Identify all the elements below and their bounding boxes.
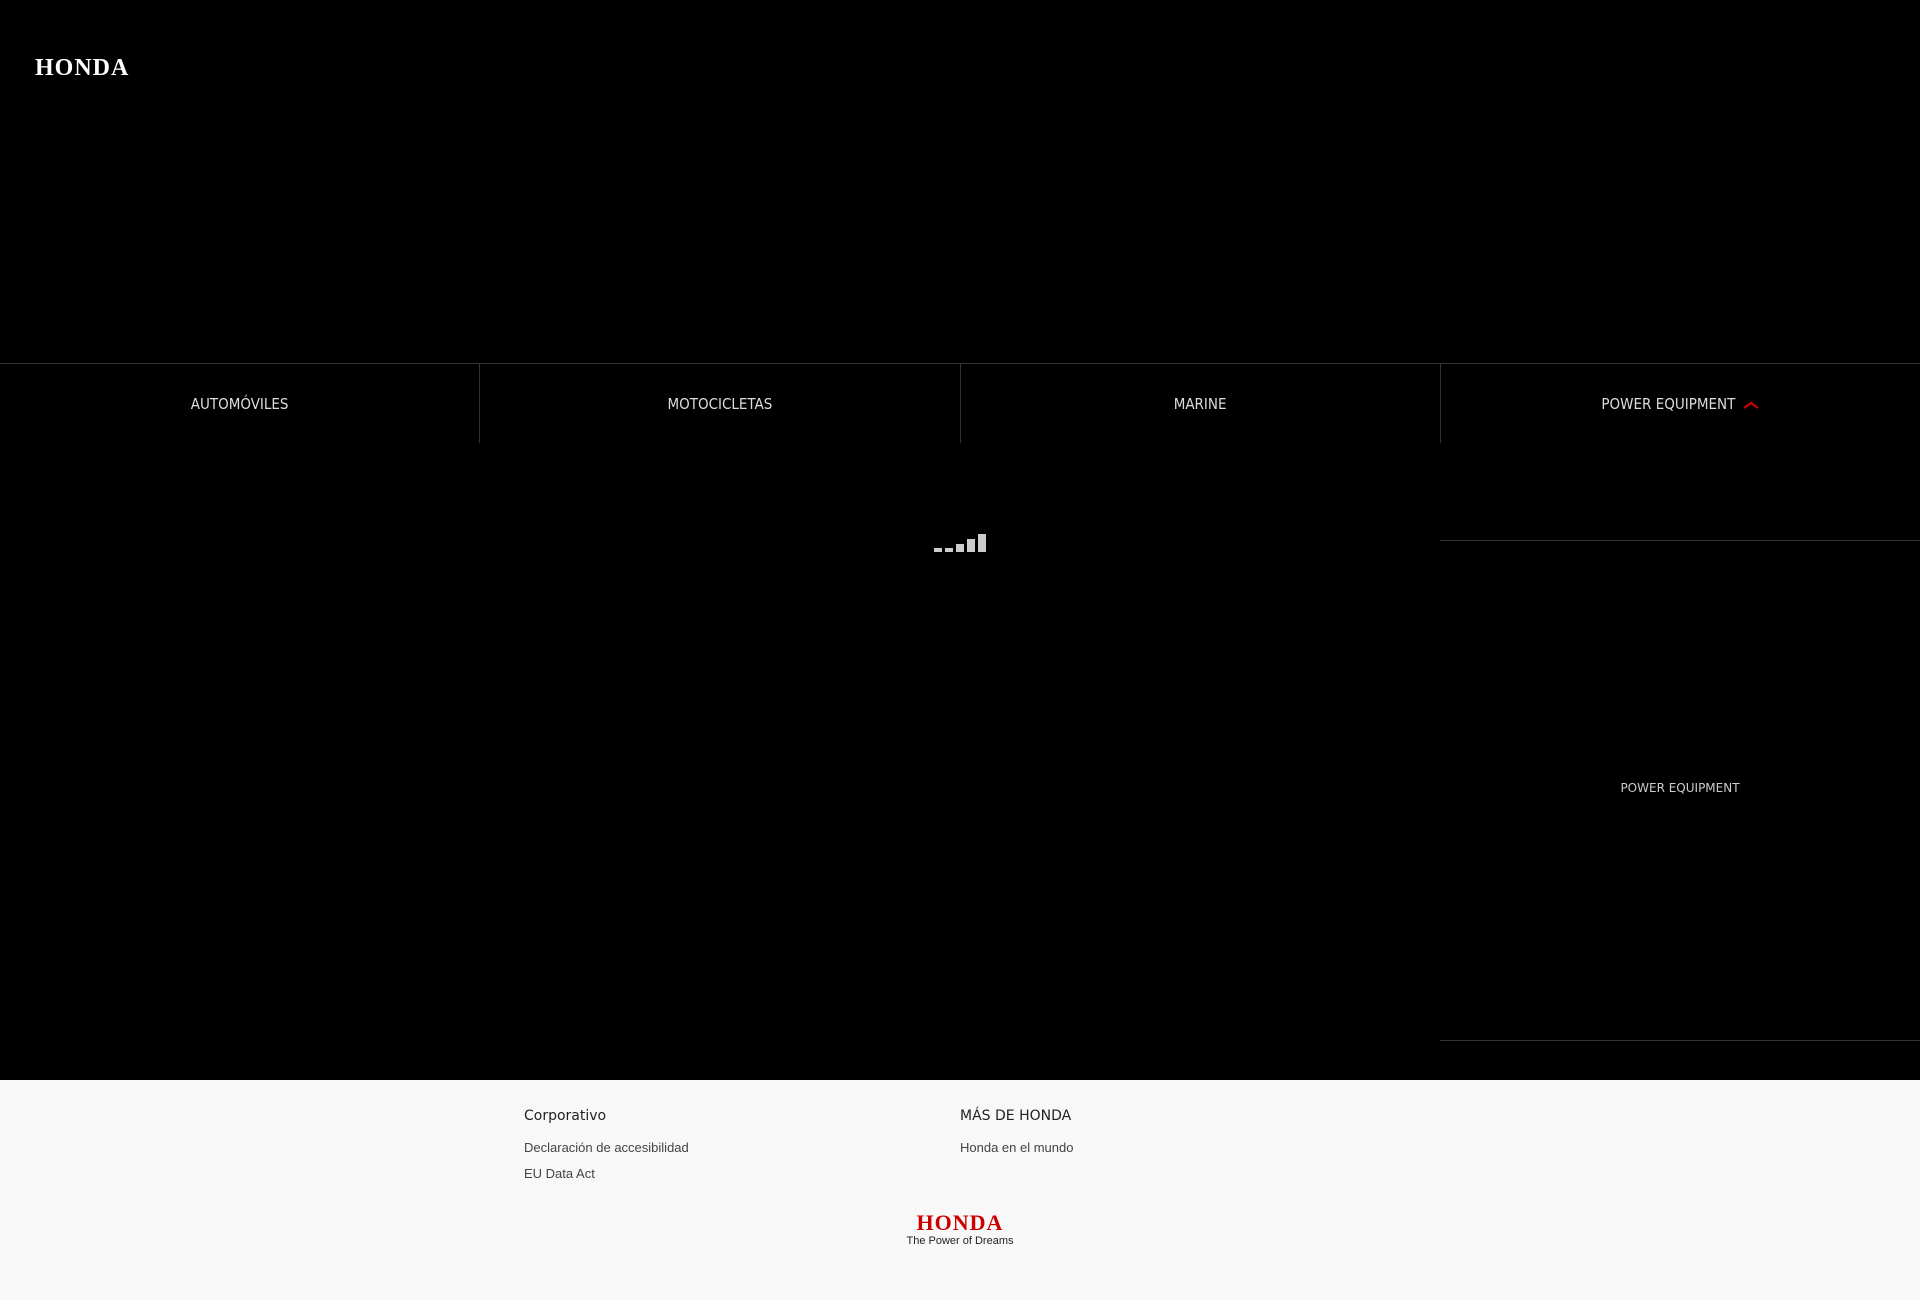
tab-power-equipment[interactable]: POWER EQUIPMENT (1441, 364, 1920, 444)
tab-label: MOTOCICLETAS (667, 395, 773, 413)
tab-automoviles[interactable]: AUTOMÓVILES (0, 364, 481, 444)
footer: Corporativo Declaración de accesibilidad… (0, 1080, 1920, 1300)
tab-label: AUTOMÓVILES (190, 395, 289, 413)
category-nav: AUTOMÓVILES MOTOCICLETAS MARINE POWER EQ… (0, 363, 1920, 444)
tab-label: MARINE (1173, 395, 1227, 413)
chevron-up-icon (1743, 397, 1759, 413)
divider (1440, 540, 1920, 541)
loading-spinner-icon (934, 532, 986, 552)
footer-logo-brand: HONDA (916, 1210, 1004, 1235)
power-equipment-link[interactable]: POWER EQUIPMENT (1440, 781, 1920, 795)
footer-heading: MÁS DE HONDA (960, 1108, 1072, 1124)
footer-column-corporativo: Corporativo Declaración de accesibilidad… (524, 1108, 689, 1192)
divider (1440, 1040, 1920, 1041)
footer-link-honda-en-el-mundo[interactable]: Honda en el mundo (960, 1140, 1073, 1155)
footer-link-accesibilidad[interactable]: Declaración de accesibilidad (524, 1140, 689, 1155)
header: HONDA (0, 0, 1920, 363)
tab-marine[interactable]: MARINE (961, 364, 1441, 444)
tab-label: POWER EQUIPMENT (1601, 395, 1736, 413)
honda-logo[interactable]: HONDA (35, 55, 129, 82)
footer-link-eu-data-act[interactable]: EU Data Act (524, 1166, 689, 1181)
footer-column-mas-de-honda: MÁS DE HONDA Honda en el mundo (960, 1108, 1073, 1166)
footer-heading: Corporativo (524, 1108, 607, 1124)
power-equipment-column: POWER EQUIPMENT (1440, 443, 1920, 1043)
tab-motocicletas[interactable]: MOTOCICLETAS (480, 364, 961, 444)
footer-honda-logo[interactable]: HONDA The Power of Dreams (898, 1210, 1022, 1248)
footer-logo-tagline: The Power of Dreams (906, 1235, 1014, 1247)
